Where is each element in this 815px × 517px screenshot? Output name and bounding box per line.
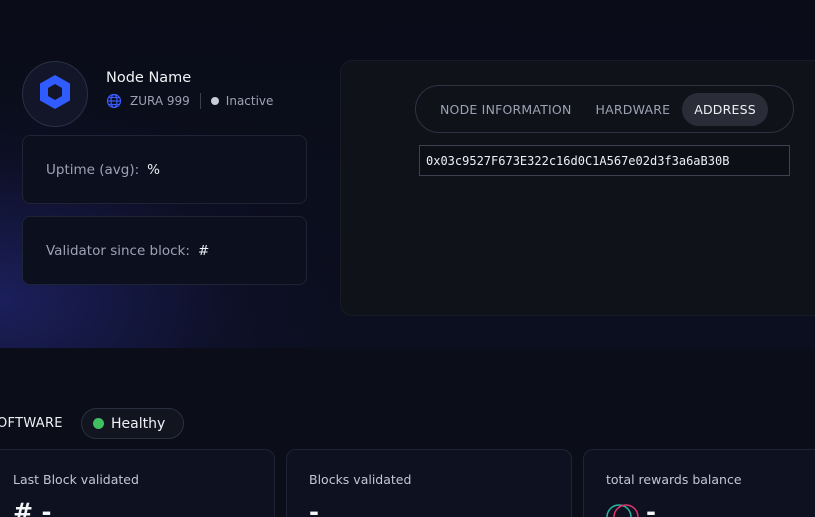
tab-node-information[interactable]: NODE INFORMATION <box>428 93 584 126</box>
validator-since-value: # <box>197 242 210 259</box>
node-name: Node Name <box>106 70 192 86</box>
health-status-label: Healthy <box>111 415 166 432</box>
node-status: Inactive <box>225 94 274 108</box>
blocks-validated-card: Blocks validated - <box>286 449 572 517</box>
uptime-value: % <box>147 161 160 178</box>
hexagon-logo-icon <box>37 73 73 115</box>
globe-icon <box>106 93 122 109</box>
node-network: ZURA 999 <box>130 94 190 108</box>
blocks-validated-label: Blocks validated <box>309 472 412 487</box>
health-status-badge: Healthy <box>81 408 184 439</box>
rewards-balance-value: - <box>646 498 656 517</box>
validator-since-box: Validator since block: # <box>22 216 307 285</box>
node-address[interactable]: 0x03c9527F673E322c16d0C1A567e02d3f3a6aB3… <box>419 145 790 176</box>
blocks-validated-value: - <box>309 498 319 517</box>
token-icon <box>606 502 640 517</box>
rewards-balance-label: total rewards balance <box>606 472 742 487</box>
uptime-label: Uptime (avg): <box>46 161 140 178</box>
validator-since-label: Validator since block: <box>46 242 190 259</box>
tab-address[interactable]: ADDRESS <box>682 92 768 126</box>
meta-divider <box>199 93 201 109</box>
rewards-balance-card: total rewards balance - <box>583 449 815 517</box>
last-block-card: Last Block validated # - <box>0 449 275 517</box>
health-dot-icon <box>93 418 104 429</box>
uptime-box: Uptime (avg): % <box>22 135 307 204</box>
info-tabs: NODE INFORMATION HARDWARE ADDRESS <box>415 85 794 133</box>
last-block-value: # - <box>13 498 52 517</box>
software-section-title: OFTWARE <box>0 416 63 431</box>
tab-hardware[interactable]: HARDWARE <box>584 93 683 126</box>
status-dot-icon <box>210 97 219 105</box>
last-block-label: Last Block validated <box>13 472 139 487</box>
node-meta: ZURA 999 Inactive <box>106 93 273 109</box>
node-avatar <box>22 61 88 127</box>
